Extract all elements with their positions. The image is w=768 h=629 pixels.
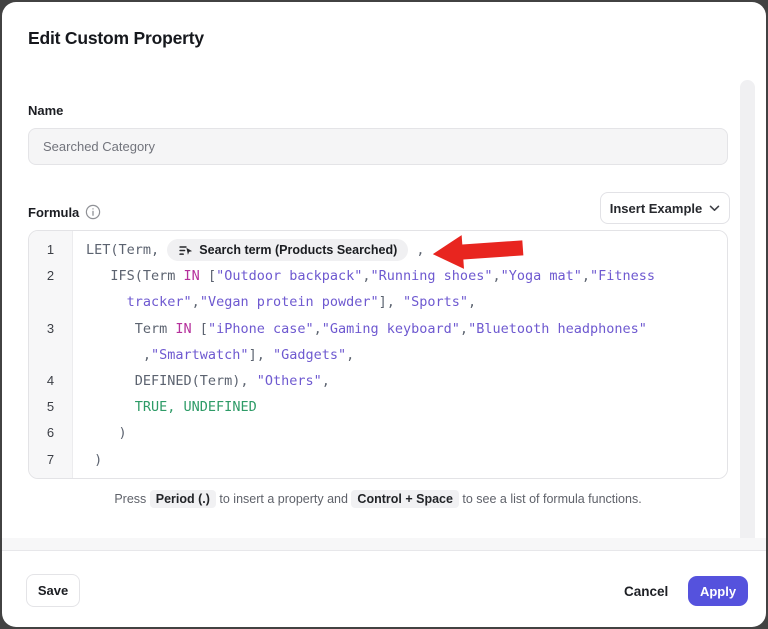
chevron-down-icon [709, 205, 720, 212]
code-token: "Outdoor backpack" [216, 268, 362, 284]
code-token: "Smartwatch" [151, 347, 249, 363]
editor-gutter: 12 3 4567 [29, 231, 73, 478]
code-line[interactable]: TRUE, UNDEFINED [86, 394, 727, 420]
code-line[interactable]: LET(Term, Search term (Products Searched… [86, 237, 727, 263]
dialog-title: Edit Custom Property [28, 28, 204, 49]
code-line[interactable]: ) [86, 447, 727, 473]
line-number: 2 [29, 263, 72, 289]
code-token: "Vegan protein powder" [200, 294, 379, 310]
code-token: , [322, 373, 330, 389]
code-token: "Gaming keyboard" [322, 321, 460, 337]
code-token: "Fitness [590, 268, 655, 284]
code-token: , [582, 268, 590, 284]
code-token: "Gadgets" [273, 347, 346, 363]
code-token: [ [200, 268, 216, 284]
edit-custom-property-dialog: Edit Custom Property Name Formula Insert… [2, 2, 766, 627]
property-chip[interactable]: Search term (Products Searched) [167, 239, 408, 261]
code-token: tracker" [127, 294, 192, 310]
code-token: "Bluetooth headphones" [468, 321, 647, 337]
hint-text: to insert a property and [216, 492, 352, 506]
formula-hint: Press Period (.) to insert a property an… [28, 492, 728, 506]
code-line[interactable]: IFS(Term IN ["Outdoor backpack","Running… [86, 263, 727, 289]
formula-editor[interactable]: 12 3 4567 LET(Term, Search term (Products … [28, 230, 728, 479]
code-token: TRUE, UNDEFINED [135, 399, 257, 415]
keyboard-shortcut-chip: Control + Space [351, 490, 459, 508]
vertical-scrollbar[interactable] [740, 80, 755, 545]
code-line[interactable]: ,"Smartwatch"], "Gadgets", [86, 342, 727, 368]
code-token: IN [175, 321, 191, 337]
code-token: ], [379, 294, 403, 310]
code-token: "Others" [257, 373, 322, 389]
code-line[interactable]: ) [86, 420, 727, 446]
code-token [86, 294, 127, 310]
code-token: , [86, 347, 151, 363]
formula-label: Formula [28, 205, 79, 220]
line-number: 7 [29, 447, 72, 473]
name-label: Name [28, 103, 63, 118]
code-token: ], [249, 347, 273, 363]
insert-example-label: Insert Example [610, 201, 703, 216]
insert-example-button[interactable]: Insert Example [600, 192, 730, 224]
code-token: "iPhone case" [208, 321, 314, 337]
code-token: ) [86, 452, 102, 468]
code-line[interactable]: Term IN ["iPhone case","Gaming keyboard"… [86, 316, 727, 342]
code-token: , [362, 268, 370, 284]
line-number: 6 [29, 420, 72, 446]
code-token: DEFINED(Term), [86, 373, 257, 389]
save-button[interactable]: Save [26, 574, 80, 607]
code-token: LET(Term, [86, 242, 167, 258]
hint-text: to see a list of formula functions. [459, 492, 642, 506]
code-token: , [192, 294, 200, 310]
editor-code[interactable]: LET(Term, Search term (Products Searched… [73, 231, 727, 478]
code-line[interactable]: tracker","Vegan protein powder"], "Sport… [86, 289, 727, 315]
code-token: , [460, 321, 468, 337]
apply-button[interactable]: Apply [688, 576, 748, 606]
code-line[interactable]: DEFINED(Term), "Others", [86, 368, 727, 394]
keyboard-shortcut-chip: Period (.) [150, 490, 216, 508]
code-token: , [346, 347, 354, 363]
line-number [29, 342, 72, 368]
code-token: "Sports" [403, 294, 468, 310]
info-icon[interactable] [85, 204, 101, 220]
name-input[interactable] [28, 128, 728, 165]
code-token: [ [192, 321, 208, 337]
line-number: 4 [29, 368, 72, 394]
code-token: IN [184, 268, 200, 284]
line-number: 3 [29, 316, 72, 342]
code-token: Term [86, 321, 175, 337]
property-lines-cursor-icon [178, 243, 193, 258]
line-number: 1 [29, 237, 72, 263]
code-token: , [408, 242, 424, 258]
hint-text: Press [114, 492, 149, 506]
code-token: , [314, 321, 322, 337]
code-token: ) [86, 425, 127, 441]
line-number: 5 [29, 394, 72, 420]
cancel-button[interactable]: Cancel [616, 576, 676, 606]
line-number [29, 289, 72, 315]
red-arrow-left-icon [430, 229, 527, 278]
code-token: IFS(Term [86, 268, 184, 284]
property-chip-label: Search term (Products Searched) [199, 237, 397, 263]
code-token: , [468, 294, 476, 310]
code-token [86, 399, 135, 415]
formula-label-row: Formula [28, 204, 101, 220]
horizontal-scrollbar-track[interactable] [2, 538, 766, 551]
